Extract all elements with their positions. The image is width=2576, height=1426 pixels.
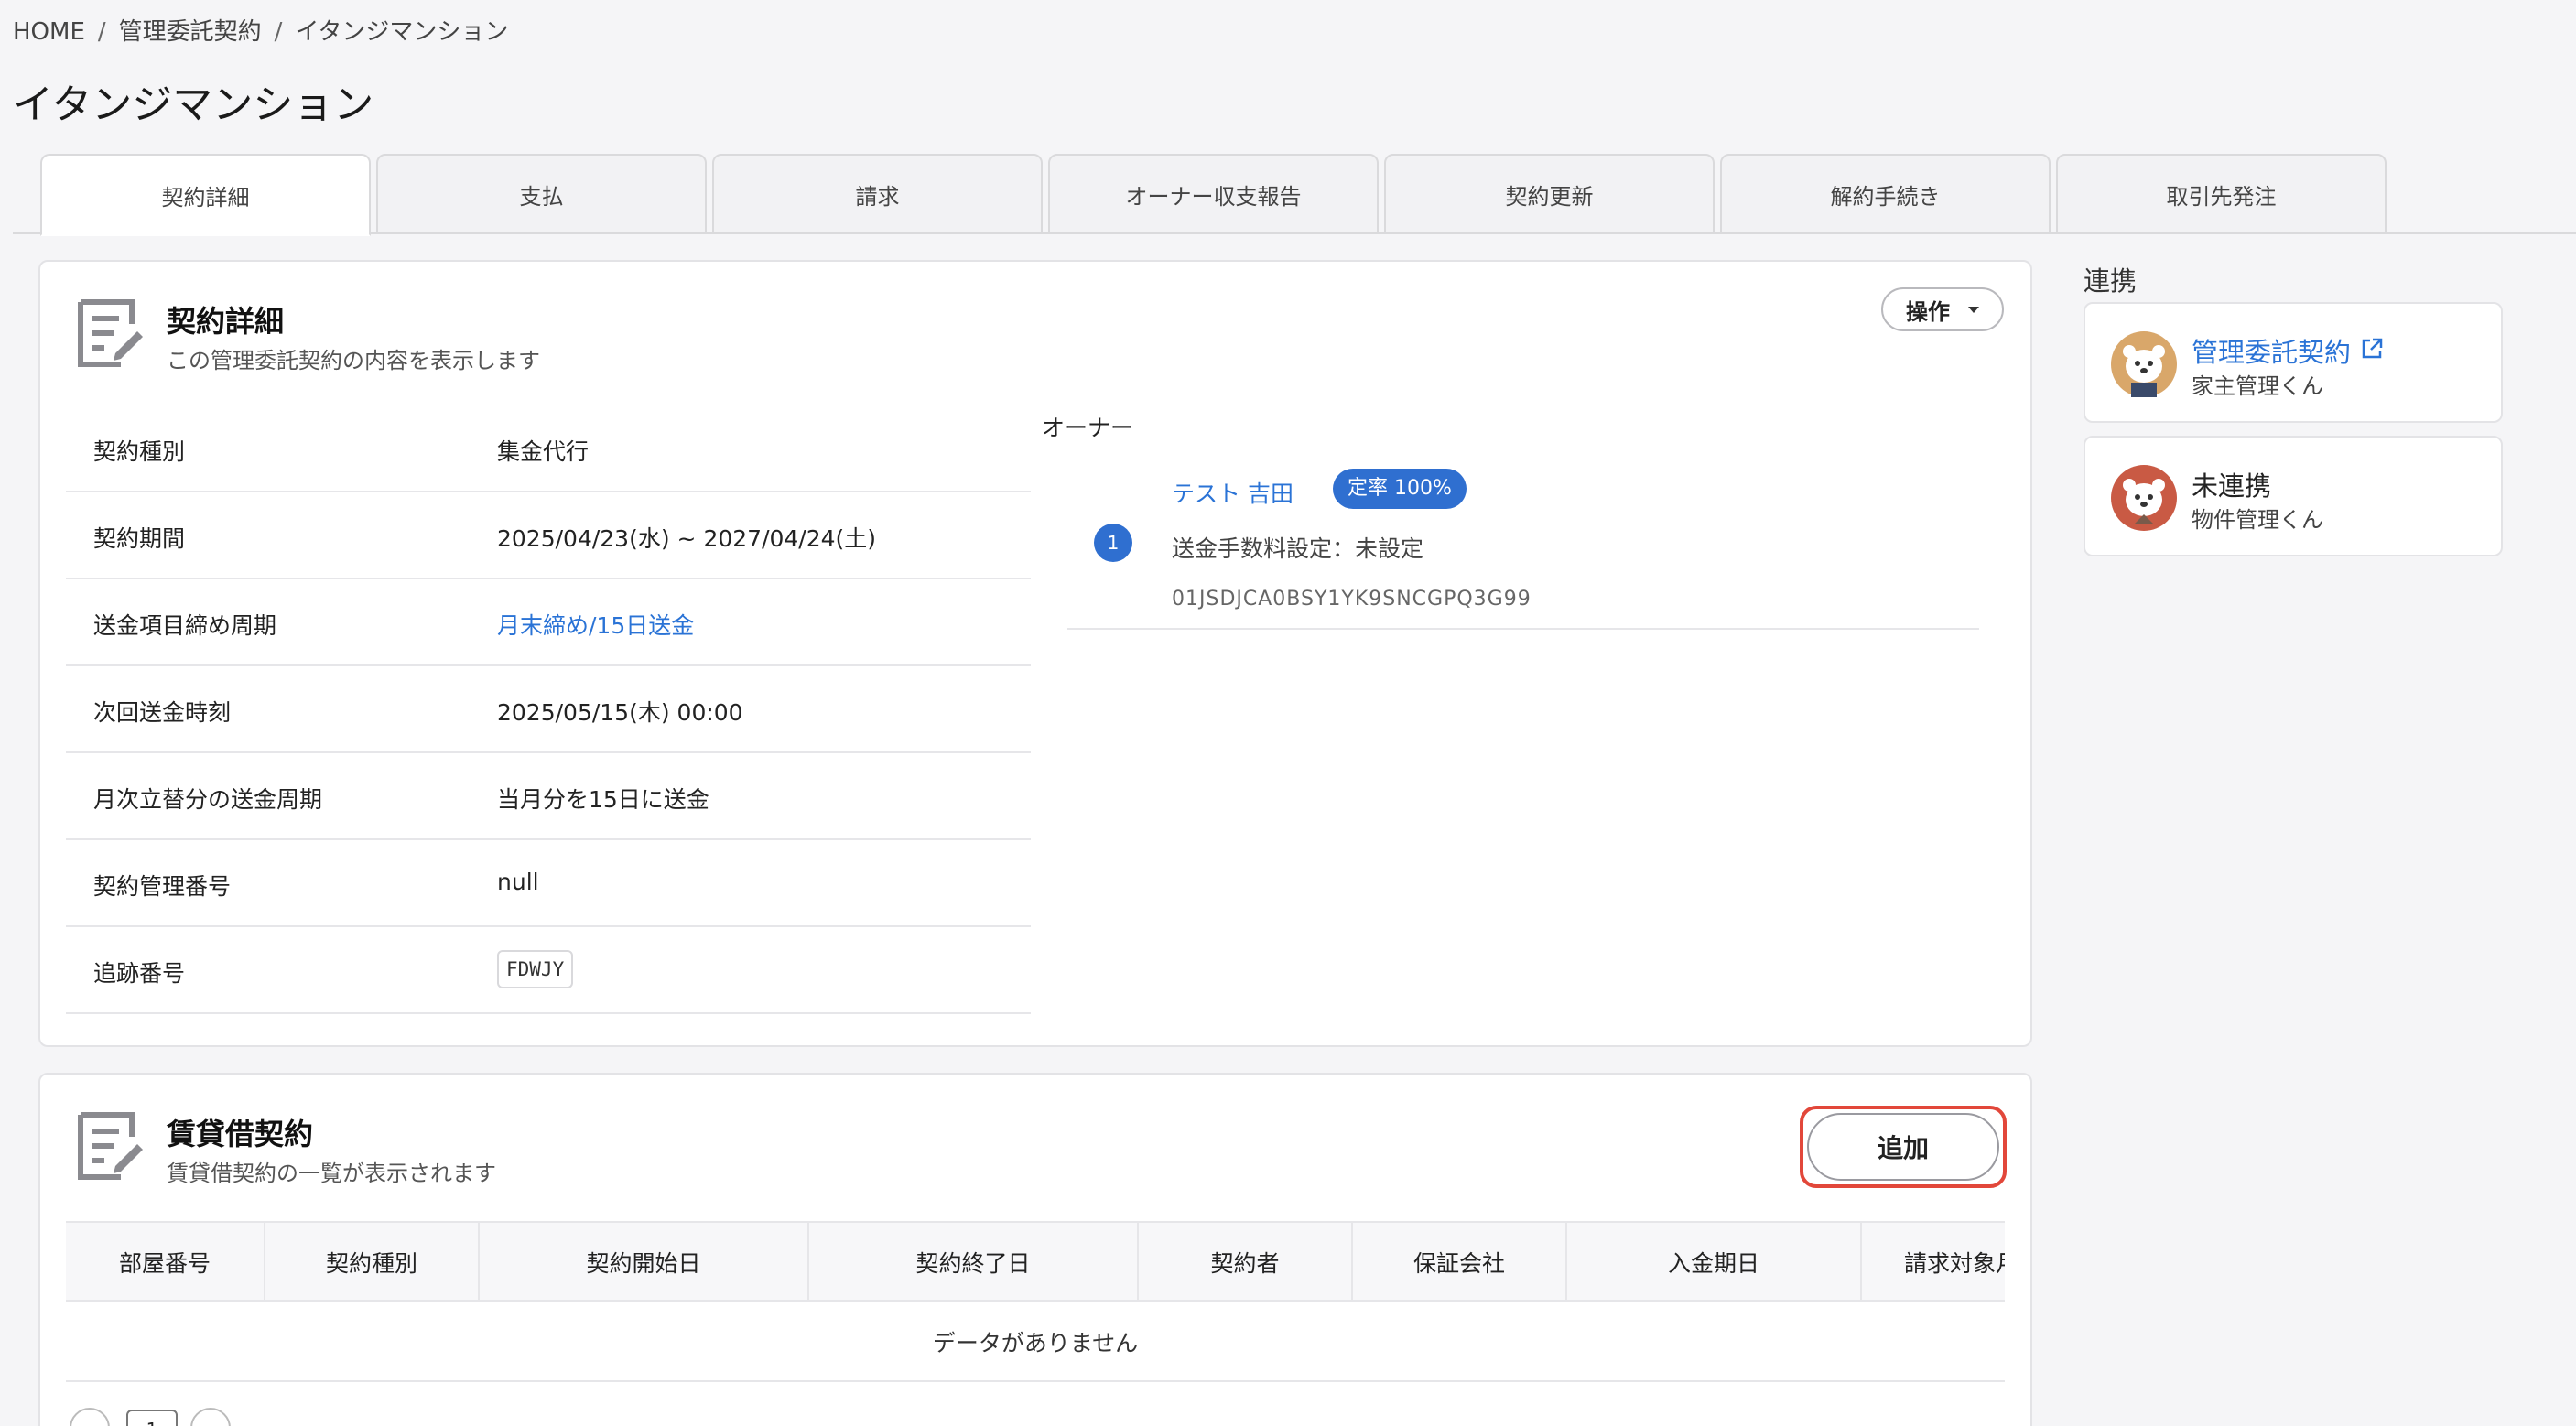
detail-label: 月次立替分の送金周期 xyxy=(93,786,323,813)
column-header-start-date[interactable]: 契約開始日 xyxy=(480,1223,809,1300)
column-header-end-date[interactable]: 契約終了日 xyxy=(809,1223,1139,1300)
detail-row-management-number: 契約管理番号 null xyxy=(66,841,1031,927)
breadcrumb-management-contract[interactable]: 管理委託契約 xyxy=(119,18,262,46)
lease-table-header: 部屋番号 契約種別 契約開始日 契約終了日 契約者 保証会社 入金期日 請求対象… xyxy=(66,1221,2005,1302)
edit-document-icon xyxy=(78,1112,143,1180)
tracking-number-tag: FDWJY xyxy=(497,950,574,988)
edit-document-icon xyxy=(78,299,143,367)
bear-avatar-icon xyxy=(2111,331,2177,397)
operations-label: 操作 xyxy=(1906,298,1950,325)
breadcrumb: HOME / 管理委託契約 / イタンジマンション xyxy=(13,13,508,47)
detail-row-tracking-number: 追跡番号 FDWJY xyxy=(66,928,1031,1014)
owner-number-badge: 1 xyxy=(1094,524,1132,562)
lease-contracts-subtitle: 賃貸借契約の一覧が表示されます xyxy=(167,1161,496,1186)
rate-badge: 定率 100% xyxy=(1333,469,1467,509)
integration-status-unlinked: 未連携 xyxy=(2192,470,2272,502)
owner-divider xyxy=(1067,628,1979,630)
tab-termination[interactable]: 解約手続き xyxy=(1720,154,2051,234)
detail-value: null xyxy=(497,869,539,895)
contract-details-title: 契約詳細 xyxy=(167,304,285,339)
detail-row-contract-period: 契約期間 2025/04/23(水) ~ 2027/04/24(土) xyxy=(66,493,1031,579)
contract-details-subtitle: この管理委託契約の内容を表示します xyxy=(167,348,540,373)
fee-setting-text: 送金手数料設定：未設定 xyxy=(1172,535,1424,562)
detail-value: 2025/05/15(木) 00:00 xyxy=(497,699,743,726)
integration-link-management-contract[interactable]: 管理委託契約 xyxy=(2192,331,2351,370)
breadcrumb-separator: / xyxy=(274,18,283,46)
column-header-contractor[interactable]: 契約者 xyxy=(1139,1223,1353,1300)
lease-contracts-title: 賃貸借契約 xyxy=(167,1117,314,1151)
column-header-payment-due[interactable]: 入金期日 xyxy=(1567,1223,1862,1300)
breadcrumb-separator: / xyxy=(97,18,106,46)
integration-card-property-manager[interactable]: 未連携 物件管理くん xyxy=(2084,436,2503,556)
integration-subtitle: 物件管理くん xyxy=(2192,507,2323,533)
detail-label: 追跡番号 xyxy=(93,960,186,987)
detail-value: 集金代行 xyxy=(497,438,590,465)
pagination-current-page[interactable]: 1 xyxy=(126,1410,178,1426)
detail-value: 2025/04/23(水) ~ 2027/04/24(土) xyxy=(497,525,877,552)
column-header-guarantor[interactable]: 保証会社 xyxy=(1353,1223,1567,1300)
add-lease-button[interactable]: 追加 xyxy=(1807,1113,1999,1181)
detail-row-monthly-advance: 月次立替分の送金周期 当月分を15日に送金 xyxy=(66,754,1031,840)
tab-vendor-orders[interactable]: 取引先発注 xyxy=(2056,154,2387,234)
integration-card-owner-manager[interactable]: 管理委託契約 家主管理くん xyxy=(2084,302,2503,423)
column-header-billing-month[interactable]: 請求対象月 xyxy=(1862,1223,2005,1300)
tab-billing[interactable]: 請求 xyxy=(712,154,1043,234)
bear-avatar-icon xyxy=(2111,465,2177,531)
detail-row-next-transfer: 次回送金時刻 2025/05/15(木) 00:00 xyxy=(66,667,1031,753)
empty-table-message: データがありません xyxy=(66,1303,2005,1382)
detail-row-contract-type: 契約種別 集金代行 xyxy=(66,406,1031,492)
detail-label: 契約管理番号 xyxy=(93,873,232,900)
tab-renewal[interactable]: 契約更新 xyxy=(1384,154,1715,234)
detail-row-closing-cycle: 送金項目締め周期 月末締め/15日送金 xyxy=(66,580,1031,666)
owner-name-link[interactable]: テスト 吉田 xyxy=(1172,476,1293,509)
detail-label: 送金項目締め周期 xyxy=(93,612,277,639)
detail-value: 当月分を15日に送金 xyxy=(497,786,709,813)
tab-owner-report[interactable]: オーナー収支報告 xyxy=(1048,154,1379,234)
integration-subtitle: 家主管理くん xyxy=(2192,373,2323,399)
breadcrumb-home[interactable]: HOME xyxy=(13,18,85,46)
tab-contract-details[interactable]: 契約詳細 xyxy=(40,154,371,236)
sidebar-title: 連携 xyxy=(2084,265,2138,297)
external-link-icon[interactable] xyxy=(2360,337,2384,361)
owner-section-label: オーナー xyxy=(1042,415,1134,441)
caret-down-icon xyxy=(1968,306,1979,313)
detail-label: 契約種別 xyxy=(93,438,186,465)
operations-dropdown-button[interactable]: 操作 xyxy=(1881,287,2004,331)
column-header-room-number[interactable]: 部屋番号 xyxy=(66,1223,265,1300)
page-title: イタンジマンション xyxy=(13,81,374,128)
owner-id: 01JSDJCA0BSY1YK9SNCGPQ3G99 xyxy=(1172,588,1532,610)
column-header-contract-type[interactable]: 契約種別 xyxy=(265,1223,480,1300)
breadcrumb-current: イタンジマンション xyxy=(295,18,509,46)
closing-cycle-link[interactable]: 月末締め/15日送金 xyxy=(497,608,694,641)
detail-label: 次回送金時刻 xyxy=(93,699,232,726)
detail-label: 契約期間 xyxy=(93,525,186,552)
tab-payments[interactable]: 支払 xyxy=(376,154,707,234)
